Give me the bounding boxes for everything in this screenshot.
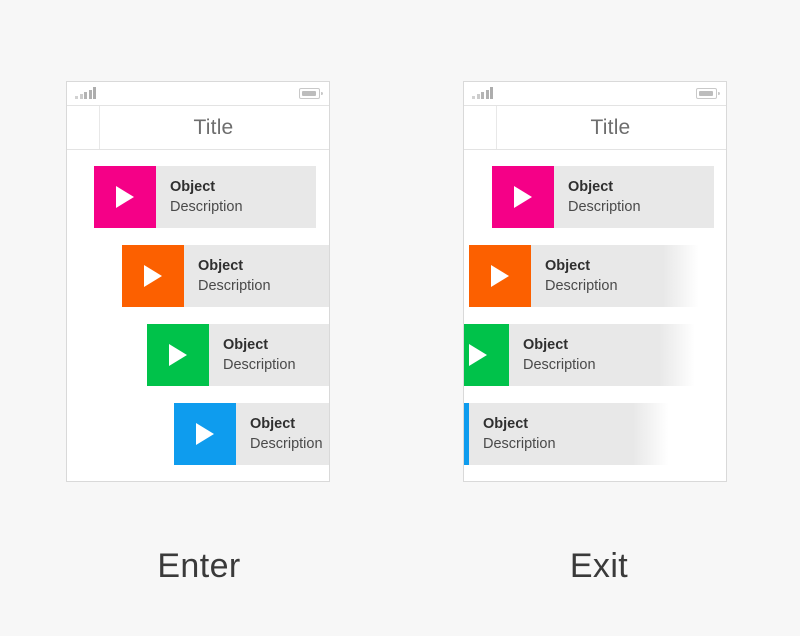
list-item-content: Object Description — [209, 324, 329, 386]
status-bar — [67, 82, 329, 106]
list-item[interactable]: Object Description — [492, 166, 714, 228]
phone-frame-enter: Title Object Description Object Description O… — [66, 81, 330, 482]
list-item-title: Object — [483, 416, 529, 432]
list-item-content: Object Description — [554, 166, 714, 228]
list-item[interactable]: Object Description — [147, 324, 329, 386]
play-icon — [469, 344, 487, 366]
list-item-thumbnail-orange[interactable] — [122, 245, 184, 307]
signal-bars-icon — [472, 87, 493, 99]
list-item-thumbnail-green[interactable] — [464, 324, 509, 386]
list-item-description: Description — [198, 277, 271, 294]
list-item-title: Object — [545, 258, 591, 274]
signal-bar — [79, 94, 83, 99]
list-item-description: Description — [250, 435, 323, 452]
list-item-description: Description — [170, 198, 243, 215]
signal-bar — [490, 87, 493, 99]
list-item-title: Object — [170, 179, 216, 195]
signal-bars-icon — [75, 87, 96, 99]
list-item-title: Object — [223, 337, 269, 353]
list-item-description: Description — [523, 356, 596, 373]
signal-bar — [75, 96, 78, 99]
signal-bar — [84, 92, 87, 99]
play-icon — [491, 265, 509, 287]
play-icon — [169, 344, 187, 366]
list-item-title: Object — [250, 416, 296, 432]
list-item-thumbnail-magenta[interactable] — [492, 166, 554, 228]
object-list: Object Description Object Description Object… — [464, 150, 726, 480]
play-icon — [514, 186, 532, 208]
comparison-stage: Title Object Description Object Description O… — [0, 0, 800, 636]
page-title: Title — [590, 116, 631, 139]
battery-icon — [299, 88, 323, 99]
object-list: Object Description Object Description Object… — [67, 150, 329, 480]
list-item-title: Object — [523, 337, 569, 353]
list-item-content: Object Description — [156, 166, 316, 228]
signal-bar — [93, 87, 96, 99]
caption-exit: Exit — [569, 547, 629, 585]
signal-bar — [481, 92, 484, 99]
nav-back-cell[interactable] — [464, 106, 497, 149]
title-bar: Title — [464, 106, 726, 150]
list-item-description: Description — [545, 277, 618, 294]
list-item-description: Description — [568, 198, 641, 215]
battery-icon — [696, 88, 720, 99]
status-bar — [464, 82, 726, 106]
list-item[interactable]: Object Description — [469, 245, 709, 307]
list-item-thumbnail-orange[interactable] — [469, 245, 531, 307]
title-bar: Title — [67, 106, 329, 150]
list-item[interactable]: Object Description — [174, 403, 329, 465]
page-title: Title — [193, 116, 234, 139]
signal-bar — [476, 94, 480, 99]
list-item[interactable]: Object Description — [464, 403, 679, 465]
list-item[interactable]: Object Description — [94, 166, 316, 228]
play-icon — [196, 423, 214, 445]
signal-bar — [88, 90, 92, 99]
list-item-content: Object Description — [469, 403, 679, 465]
list-item-content: Object Description — [236, 403, 329, 465]
caption-enter: Enter — [157, 547, 241, 585]
list-item[interactable]: Object Description — [464, 324, 705, 386]
play-icon — [144, 265, 162, 287]
nav-back-cell[interactable] — [67, 106, 100, 149]
list-item-thumbnail-magenta[interactable] — [94, 166, 156, 228]
list-item-title: Object — [198, 258, 244, 274]
signal-bar — [472, 96, 475, 99]
list-item-content: Object Description — [184, 245, 329, 307]
list-item[interactable]: Object Description — [122, 245, 329, 307]
list-item-thumbnail-green[interactable] — [147, 324, 209, 386]
play-icon — [116, 186, 134, 208]
list-item-content: Object Description — [531, 245, 709, 307]
list-item-content: Object Description — [509, 324, 705, 386]
list-item-description: Description — [483, 435, 556, 452]
signal-bar — [485, 90, 489, 99]
phone-frame-exit: Title Object Description Object Description O… — [463, 81, 727, 482]
list-item-description: Description — [223, 356, 296, 373]
list-item-title: Object — [568, 179, 614, 195]
list-item-thumbnail-blue[interactable] — [174, 403, 236, 465]
